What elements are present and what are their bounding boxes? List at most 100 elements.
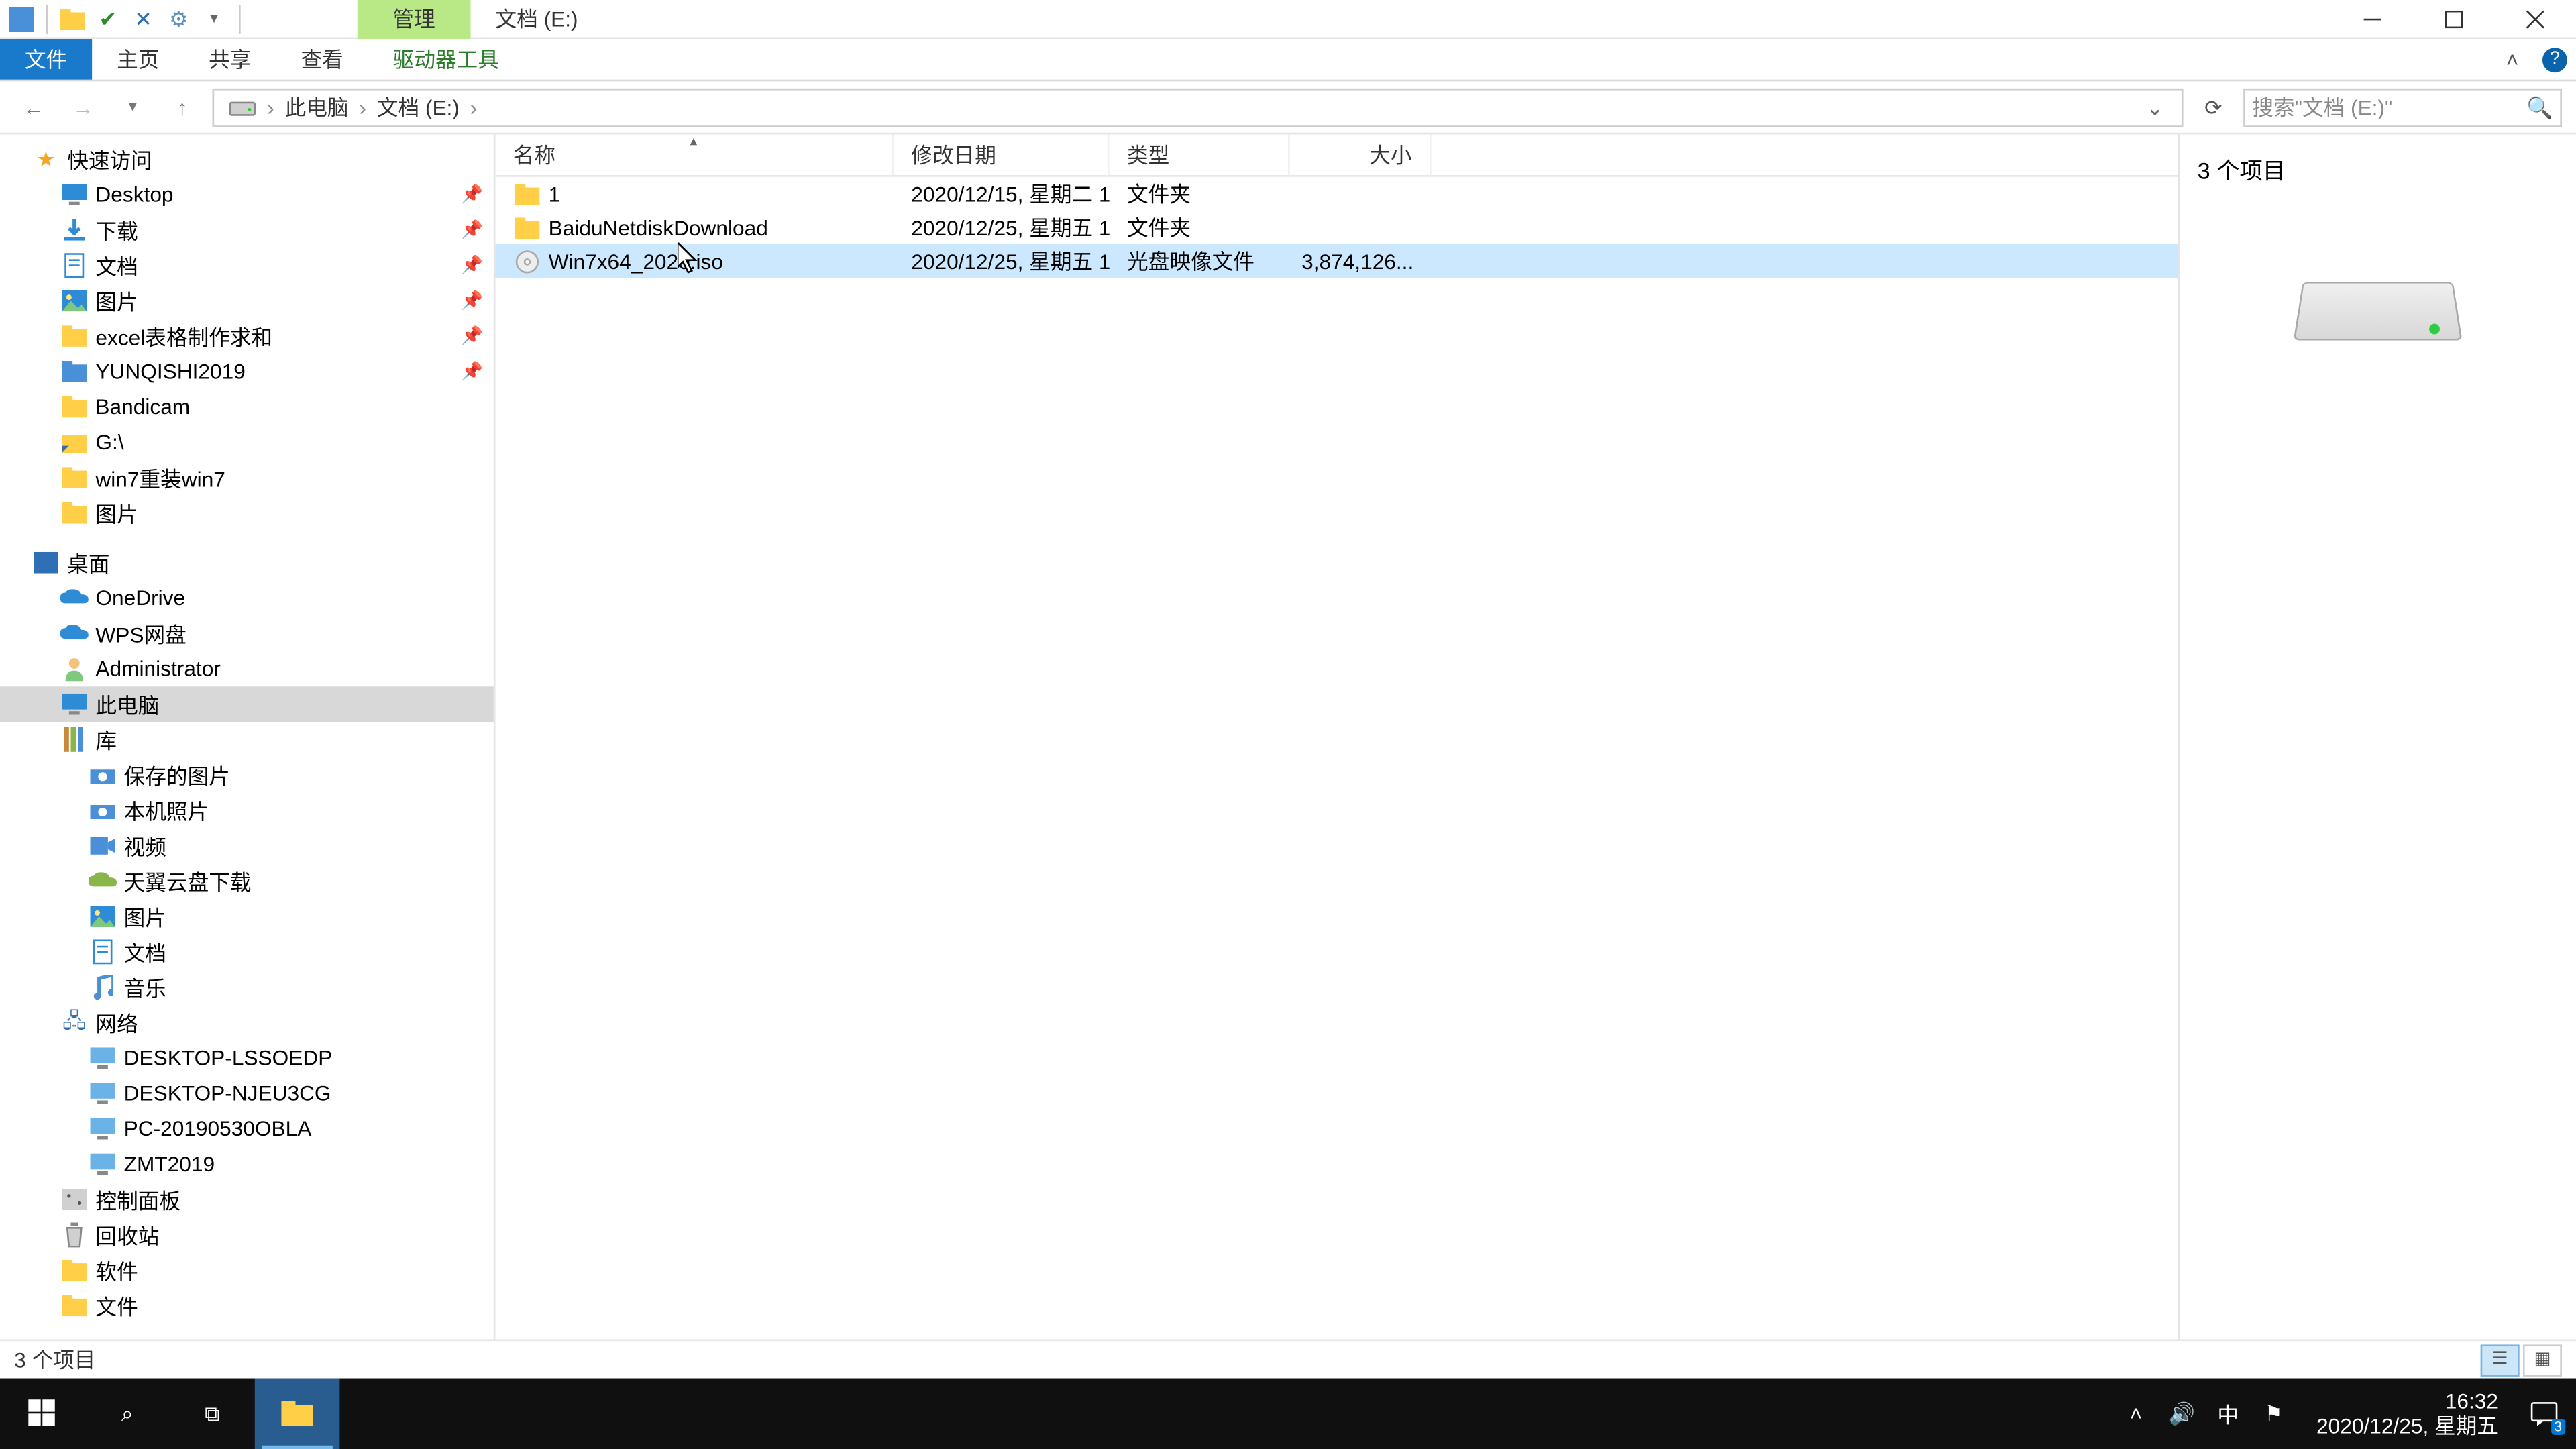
close-button[interactable]	[2495, 0, 2576, 38]
security-icon[interactable]: ⚑	[2260, 1399, 2288, 1428]
column-size[interactable]: 大小	[1290, 134, 1432, 175]
nav-item[interactable]: 控制面板	[0, 1182, 494, 1218]
history-dropdown[interactable]: ▾	[113, 88, 152, 127]
nav-item[interactable]: 图片	[0, 899, 494, 934]
nav-item[interactable]: 回收站	[0, 1218, 494, 1253]
cell-name: BaiduNetdiskDownload	[495, 211, 893, 244]
back-button[interactable]: ←	[14, 88, 53, 127]
tab-share[interactable]: 共享	[184, 39, 276, 80]
nav-item[interactable]: Administrator	[0, 651, 494, 687]
window-title: 文档 (E:)	[471, 3, 603, 34]
nav-item[interactable]: 音乐	[0, 969, 494, 1005]
column-type[interactable]: 类型	[1110, 134, 1290, 175]
up-button[interactable]: ↑	[163, 88, 202, 127]
file-row[interactable]: 12020/12/15, 星期二 1...文件夹	[495, 177, 2178, 211]
cell-date: 2020/12/15, 星期二 1...	[894, 177, 1110, 211]
ribbon-collapse-button[interactable]: ˄	[2491, 39, 2533, 80]
chevron-right-icon[interactable]: ›	[264, 95, 278, 119]
nav-item[interactable]: 此电脑	[0, 686, 494, 722]
breadcrumb[interactable]: › 此电脑 › 文档 (E:) › ⌄	[212, 88, 2183, 127]
ime-indicator[interactable]: 中	[2214, 1399, 2242, 1428]
search-icon[interactable]: 🔍	[2526, 95, 2553, 119]
nav-item[interactable]: DESKTOP-NJEU3CG	[0, 1076, 494, 1112]
column-date[interactable]: 修改日期	[894, 134, 1110, 175]
breadcrumb-segment-current[interactable]: 文档 (E:)	[370, 92, 466, 122]
context-tab[interactable]: 管理	[358, 0, 471, 38]
tab-file[interactable]: 文件	[0, 39, 92, 80]
tab-drive-tools[interactable]: 驱动器工具	[368, 39, 524, 80]
x-icon[interactable]: ✕	[129, 5, 158, 33]
file-row[interactable]: BaiduNetdiskDownload2020/12/25, 星期五 1...…	[495, 211, 2178, 244]
nav-item[interactable]: YUNQISHI2019📌	[0, 354, 494, 389]
nav-item[interactable]: 图片	[0, 495, 494, 531]
nav-item[interactable]: 文档	[0, 934, 494, 970]
address-bar: ← → ▾ ↑ › 此电脑 › 文档 (E:) › ⌄ ⟳ 🔍	[0, 81, 2576, 134]
breadcrumb-segment-root[interactable]: 此电脑	[278, 92, 356, 122]
chevron-right-icon[interactable]: ›	[356, 95, 370, 119]
view-details-button[interactable]: ☰	[2481, 1344, 2520, 1375]
help-button[interactable]: ?	[2534, 39, 2576, 80]
search-button[interactable]: ⌕	[85, 1379, 170, 1449]
checkmark-icon[interactable]: ✔	[94, 5, 122, 33]
refresh-button[interactable]: ⟳	[2194, 88, 2233, 127]
cell-date: 2020/12/25, 星期五 1...	[894, 244, 1110, 278]
nav-item[interactable]: 图片📌	[0, 283, 494, 319]
nav-item[interactable]: 下载📌	[0, 212, 494, 248]
minimize-button[interactable]	[2332, 0, 2413, 38]
search-box[interactable]: 🔍	[2243, 88, 2562, 127]
nav-label: 桌面	[67, 547, 109, 578]
nav-item[interactable]: 文件	[0, 1288, 494, 1324]
file-row[interactable]: Win7x64_2020.iso2020/12/25, 星期五 1...光盘映像…	[495, 244, 2178, 278]
nav-item[interactable]: G:\	[0, 425, 494, 460]
chevron-right-icon[interactable]: ›	[466, 95, 480, 119]
camera-icon	[89, 761, 117, 789]
nav-item[interactable]: OneDrive	[0, 580, 494, 616]
nav-item[interactable]: win7重装win7	[0, 460, 494, 496]
tray-overflow-button[interactable]: ˄	[2122, 1399, 2150, 1428]
tab-view[interactable]: 查看	[276, 39, 368, 80]
nav-network[interactable]: 🖧 网络	[0, 1005, 494, 1040]
view-thumbnails-button[interactable]: ▦	[2523, 1344, 2562, 1375]
pin-icon: 📌	[461, 291, 483, 311]
network-icon: 🖧	[60, 1008, 89, 1036]
nav-item[interactable]: ZMT2019	[0, 1146, 494, 1182]
action-center-button[interactable]: 3	[2526, 1396, 2562, 1432]
nav-item[interactable]: DESKTOP-LSSOEDP	[0, 1040, 494, 1076]
tab-home[interactable]: 主页	[92, 39, 184, 80]
nav-item[interactable]: 天翼云盘下载	[0, 863, 494, 899]
nav-item[interactable]: 视频	[0, 828, 494, 863]
nav-item[interactable]: 保存的图片	[0, 757, 494, 793]
nav-label: Administrator	[95, 656, 220, 681]
task-view-button[interactable]: ⧉	[170, 1379, 255, 1449]
nav-item[interactable]: PC-20190530OBLA	[0, 1111, 494, 1146]
column-label: 类型	[1127, 140, 1169, 170]
search-input[interactable]	[2252, 95, 2526, 119]
chevron-down-icon[interactable]: ▾	[200, 5, 228, 33]
nav-item[interactable]: 文档📌	[0, 248, 494, 283]
breadcrumb-drive-icon[interactable]	[221, 97, 264, 118]
forward-button[interactable]: →	[64, 88, 103, 127]
gear-icon[interactable]: ⚙	[164, 5, 193, 33]
wps-icon	[60, 619, 89, 647]
folder-icon[interactable]	[58, 5, 87, 33]
taskbar-clock[interactable]: 16:32 2020/12/25, 星期五	[2306, 1388, 2509, 1439]
nav-item[interactable]: Bandicam	[0, 389, 494, 425]
volume-icon[interactable]: 🔊	[2168, 1399, 2196, 1428]
nav-item[interactable]: Desktop📌	[0, 177, 494, 213]
navigation-pane[interactable]: ★ 快速访问 Desktop📌下载📌文档📌图片📌excel表格制作求和📌YUNQ…	[0, 134, 495, 1339]
maximize-button[interactable]	[2413, 0, 2494, 38]
nav-quick-access[interactable]: ★ 快速访问	[0, 142, 494, 177]
nav-label: YUNQISHI2019	[95, 359, 245, 384]
folder-icon	[513, 180, 541, 208]
start-button[interactable]	[0, 1379, 85, 1449]
nav-item[interactable]: 库	[0, 722, 494, 757]
nav-desktop[interactable]: 桌面	[0, 545, 494, 580]
nav-item[interactable]: 本机照片	[0, 793, 494, 828]
nav-item[interactable]: 软件	[0, 1252, 494, 1288]
folder-blue-icon	[60, 358, 89, 386]
breadcrumb-dropdown[interactable]: ⌄	[2135, 95, 2174, 119]
column-name[interactable]: ▴ 名称	[495, 134, 893, 175]
taskbar-explorer[interactable]	[255, 1379, 340, 1449]
nav-item[interactable]: excel表格制作求和📌	[0, 319, 494, 354]
nav-item[interactable]: WPS网盘	[0, 616, 494, 651]
